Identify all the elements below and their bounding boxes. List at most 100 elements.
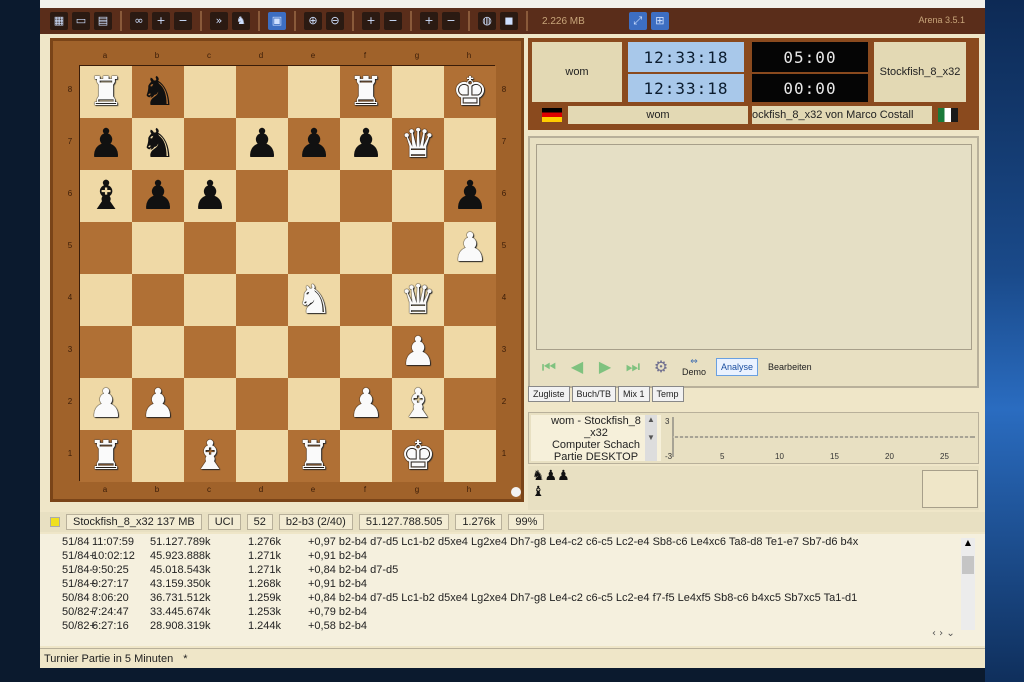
first-move-icon[interactable]: ⏮ <box>538 357 560 377</box>
square-d4[interactable] <box>236 274 288 326</box>
chess-piece-icon[interactable]: ♝ <box>192 436 228 476</box>
engine-icon[interactable]: ♞ <box>232 12 250 30</box>
engine-output-nav[interactable]: ‹ › ⌄ <box>932 628 955 639</box>
tab-temp[interactable]: Temp <box>651 386 684 402</box>
chess-piece-icon[interactable]: ♝ <box>88 176 124 216</box>
square-h2[interactable] <box>444 378 496 430</box>
tab-zugliste[interactable]: Zugliste <box>528 386 570 402</box>
next-move-icon[interactable]: ▶ <box>594 357 616 377</box>
square-b8[interactable]: ♞ <box>132 66 184 118</box>
oct-icon[interactable]: ◼ <box>500 12 518 30</box>
square-b1[interactable] <box>132 430 184 482</box>
chess-piece-icon[interactable]: ♛ <box>400 124 436 164</box>
square-c7[interactable] <box>184 118 236 170</box>
previous-move-icon[interactable]: ◀ <box>566 357 588 377</box>
chess-piece-icon[interactable]: ♟ <box>296 124 332 164</box>
chess-piece-icon[interactable]: ♞ <box>140 72 176 112</box>
square-f5[interactable] <box>340 222 392 274</box>
square-e2[interactable] <box>288 378 340 430</box>
square-d2[interactable] <box>236 378 288 430</box>
square-f4[interactable] <box>340 274 392 326</box>
open-icon[interactable]: ▭ <box>72 12 90 30</box>
demo-button[interactable]: ⇔ Demo <box>678 354 710 380</box>
square-d5[interactable] <box>236 222 288 274</box>
square-h1[interactable] <box>444 430 496 482</box>
square-h3[interactable] <box>444 326 496 378</box>
table-row[interactable]: 51/84 11:07:59 51.127.789k 1.276k +0,97 b2-b… <box>40 536 960 551</box>
square-c4[interactable] <box>184 274 236 326</box>
zoom-in-icon[interactable]: ⊕ <box>304 12 322 30</box>
last-move-icon[interactable]: ⏭ <box>622 357 644 377</box>
tab-buch-tb[interactable]: Buch/TB <box>571 386 617 402</box>
square-e3[interactable] <box>288 326 340 378</box>
minus-pgn-icon[interactable]: − <box>384 12 402 30</box>
square-b7[interactable]: ♞ <box>132 118 184 170</box>
chess-piece-icon[interactable]: ♟ <box>88 384 124 424</box>
square-h8[interactable]: ♚ <box>444 66 496 118</box>
table-row[interactable]: 50/82+ 7:24:47 33.445.674k 1.253k +0,79 b2-b… <box>40 606 960 621</box>
square-g3[interactable]: ♟ <box>392 326 444 378</box>
scroll-thumb[interactable] <box>962 556 974 574</box>
square-b3[interactable] <box>132 326 184 378</box>
infinity-icon[interactable]: ∞ <box>130 12 148 30</box>
chess-piece-icon[interactable]: ♜ <box>296 436 332 476</box>
square-h4[interactable] <box>444 274 496 326</box>
square-f2[interactable]: ♟ <box>340 378 392 430</box>
gear-icon[interactable]: ⚙ <box>650 357 672 377</box>
chess-piece-icon[interactable]: ♜ <box>88 72 124 112</box>
chess-piece-icon[interactable]: ♚ <box>452 72 488 112</box>
fullscreen-icon[interactable]: ⤢ <box>628 12 647 30</box>
square-c8[interactable] <box>184 66 236 118</box>
square-c2[interactable] <box>184 378 236 430</box>
square-f3[interactable] <box>340 326 392 378</box>
chessboard[interactable]: ♜ ♞ ♜ ♚ ♟ ♞ ♟ ♟ ♟ ♛ ♝ ♟ ♟ ♟ ♟ ♞ ♛ ♟ ♟ ♟ ♟ ♝ ♜ ♝ ♜ ♚ <box>79 65 496 482</box>
forward-icon[interactable]: » <box>210 12 228 30</box>
chess-piece-icon[interactable]: ♚ <box>400 436 436 476</box>
square-g2[interactable]: ♝ <box>392 378 444 430</box>
chess-piece-icon[interactable]: ♞ <box>140 124 176 164</box>
square-d7[interactable]: ♟ <box>236 118 288 170</box>
square-c3[interactable] <box>184 326 236 378</box>
chess-piece-icon[interactable]: ♟ <box>140 384 176 424</box>
chess-piece-icon[interactable]: ♛ <box>400 280 436 320</box>
window-icon[interactable]: ⊞ <box>650 12 669 30</box>
minus-lev-icon[interactable]: − <box>174 12 192 30</box>
square-b6[interactable]: ♟ <box>132 170 184 222</box>
square-a5[interactable] <box>80 222 132 274</box>
chess-piece-icon[interactable]: ♟ <box>348 384 384 424</box>
square-e7[interactable]: ♟ <box>288 118 340 170</box>
square-e5[interactable] <box>288 222 340 274</box>
scroll-up-icon[interactable]: ▲ <box>961 538 975 547</box>
chess-piece-icon[interactable]: ♟ <box>452 176 488 216</box>
board-icon[interactable]: ▦ <box>50 12 68 30</box>
square-b5[interactable] <box>132 222 184 274</box>
table-row[interactable]: 51/84- 9:50:25 45.018.543k 1.271k +0,84 b2-b… <box>40 564 960 579</box>
square-a7[interactable]: ♟ <box>80 118 132 170</box>
plus-pgn-icon[interactable]: + <box>362 12 380 30</box>
save-icon[interactable]: ▤ <box>94 12 112 30</box>
square-g1[interactable]: ♚ <box>392 430 444 482</box>
square-c1[interactable]: ♝ <box>184 430 236 482</box>
square-b4[interactable] <box>132 274 184 326</box>
square-a8[interactable]: ♜ <box>80 66 132 118</box>
globe-icon[interactable]: ◍ <box>478 12 496 30</box>
square-g8[interactable] <box>392 66 444 118</box>
chess-piece-icon[interactable]: ♞ <box>296 280 332 320</box>
table-row[interactable]: 51/84+ 9:27:17 43.159.350k 1.268k +0,91 b2-b… <box>40 578 960 593</box>
table-row[interactable]: 50/82+ 6:27:16 28.908.319k 1.244k +0,58 b2-b… <box>40 620 960 635</box>
square-e6[interactable] <box>288 170 340 222</box>
chess-piece-icon[interactable]: ♟ <box>452 228 488 268</box>
plus-epd-icon[interactable]: + <box>420 12 438 30</box>
zoom-out-icon[interactable]: ⊖ <box>326 12 344 30</box>
square-a4[interactable] <box>80 274 132 326</box>
square-f8[interactable]: ♜ <box>340 66 392 118</box>
chess-piece-icon[interactable]: ♟ <box>244 124 280 164</box>
chess-piece-icon[interactable]: ♟ <box>400 332 436 372</box>
square-h7[interactable] <box>444 118 496 170</box>
square-h5[interactable]: ♟ <box>444 222 496 274</box>
square-g4[interactable]: ♛ <box>392 274 444 326</box>
square-c6[interactable]: ♟ <box>184 170 236 222</box>
square-f7[interactable]: ♟ <box>340 118 392 170</box>
square-e1[interactable]: ♜ <box>288 430 340 482</box>
square-d3[interactable] <box>236 326 288 378</box>
